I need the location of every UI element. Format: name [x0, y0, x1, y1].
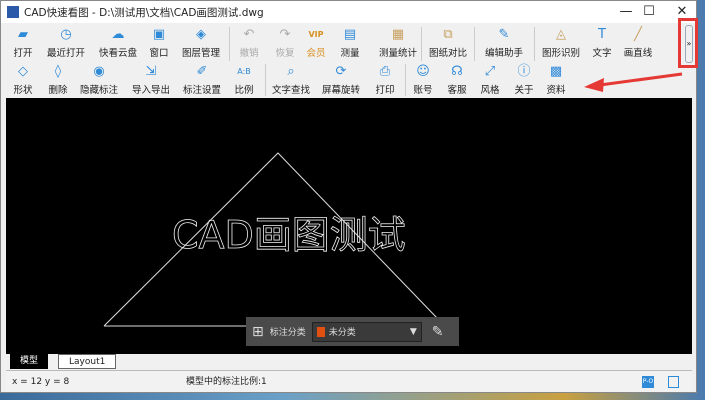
toolbar-label: 比例	[234, 85, 254, 96]
annotation-bar: ⊞ 标注分类 未分类 ▼ ✎	[246, 317, 459, 346]
toolbar-button-6-row2[interactable]: ⌕ 文字查找	[265, 64, 317, 96]
drawing-canvas[interactable]: CAD画图测试	[6, 98, 692, 354]
scale-icon: A:B	[237, 67, 251, 76]
toolbar-label: 编辑助手	[484, 48, 523, 59]
toolbar-button-5-row2[interactable]: A:B 比例	[218, 64, 270, 96]
layers-icon: ◈	[196, 27, 206, 42]
toolbar-label: 资料	[546, 85, 566, 96]
toolbar-button-1-row1[interactable]: ◷ 最近打开	[40, 27, 92, 59]
cursor-coordinates: x = 12 y = 8	[12, 377, 70, 387]
grid-icon[interactable]: ⊞	[252, 324, 264, 340]
layout-tabs: 模型 Layout1	[6, 354, 692, 369]
measure-stats-icon: ▦	[391, 27, 405, 42]
docs-icon: ▩	[549, 64, 563, 79]
app-logo	[7, 6, 19, 18]
toolbar-label: 画直线	[623, 48, 653, 59]
line-icon: ╱	[634, 27, 642, 42]
color-swatch	[316, 326, 325, 337]
toolbar-button-14-row1[interactable]: ╱ 画直线	[612, 27, 664, 59]
app-window: CAD快速看图 - D:\测试用\文档\CAD画图测试.dwg — ☐ ✕ ▰ 打…	[0, 0, 697, 393]
eye-hidden-icon: ◉	[93, 64, 105, 79]
status-bar: x = 12 y = 8 模型中的标注比例:1 P-O	[6, 370, 692, 392]
toolbar-label: 测量	[340, 48, 360, 59]
highlight-box	[678, 18, 698, 68]
toolbar-label: 文字查找	[271, 85, 310, 96]
toolbar-button-9-row1[interactable]: ▦ 测量统计	[372, 27, 424, 59]
toolbar-label: 隐藏标注	[79, 85, 118, 96]
drawing-text: CAD画图测试	[172, 213, 406, 257]
text-search-icon: ⌕	[287, 64, 295, 79]
import-export-icon: ⇲	[145, 64, 157, 79]
window-title: CAD快速看图 - D:\测试用\文档\CAD画图测试.dwg	[24, 6, 264, 19]
toolbar-label: 图层管理	[181, 48, 220, 59]
annotation-category-select[interactable]: 未分类 ▼	[311, 321, 422, 342]
annotation-category-label: 标注分类	[269, 328, 306, 338]
selected-category: 未分类	[328, 328, 356, 338]
ruler-icon: ▤	[343, 27, 357, 42]
toolbar-label: 图纸对比	[428, 48, 467, 59]
toolbar-button-8-row1[interactable]: ▤ 测量	[324, 27, 376, 59]
chevron-down-icon: ▼	[409, 326, 417, 337]
toolbar-label: 导入导出	[131, 85, 170, 96]
edit-annotation-icon[interactable]: ✎	[432, 324, 444, 340]
tab-layout1[interactable]: Layout1	[58, 354, 117, 369]
toolbar-button-2-row2[interactable]: ◉ 隐藏标注	[73, 64, 125, 96]
toolbar-button-10-row1[interactable]: ⧉ 图纸对比	[422, 27, 474, 59]
annotation-scale: 模型中的标注比例:1	[186, 377, 267, 387]
edit-assistant-icon: ✎	[498, 27, 510, 42]
p-o-icon[interactable]: P-O	[642, 376, 654, 388]
tab-model[interactable]: 模型	[10, 354, 49, 369]
toolbar-button-4-row1[interactable]: ◈ 图层管理	[175, 27, 227, 59]
compare-icon: ⧉	[443, 27, 453, 42]
clock-icon: ◷	[60, 27, 72, 42]
title-bar: CAD快速看图 - D:\测试用\文档\CAD画图测试.dwg — ☐ ✕	[1, 1, 696, 23]
toolbar-button-11-row1[interactable]: ✎ 编辑助手	[478, 27, 530, 59]
toolbar-label: 测量统计	[378, 48, 417, 59]
maximize-button[interactable]: ☐	[634, 1, 664, 23]
toolbar-button-3-row2[interactable]: ⇲ 导入导出	[125, 64, 177, 96]
toolbar-label: 最近打开	[46, 48, 85, 59]
toolbar-button-13-row2[interactable]: ▩ 资料	[530, 64, 582, 96]
panel-icon[interactable]	[668, 376, 679, 388]
